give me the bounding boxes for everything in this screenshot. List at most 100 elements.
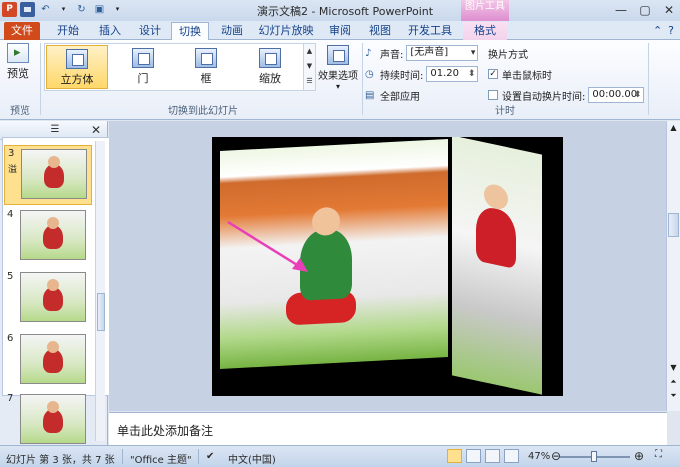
maximize-button[interactable]: ▢ (638, 3, 652, 17)
notes-pane[interactable]: 单击此处添加备注 (109, 412, 667, 445)
slide-editing-area: ▲ ▼ ⏶ ⏷ (109, 121, 680, 411)
transition-label: 框 (200, 72, 212, 85)
theme-name[interactable]: "Office 主题" (130, 451, 192, 466)
tab-insert[interactable]: 插入 (92, 22, 128, 40)
pink-arrow-icon (227, 220, 308, 272)
window-controls: — ▢ ✕ (614, 3, 676, 17)
zoom-slider-thumb[interactable] (591, 451, 597, 462)
scroll-up-icon[interactable]: ▲ (668, 123, 679, 132)
sound-label: 声音: (380, 49, 404, 61)
tab-view[interactable]: 视图 (362, 22, 398, 40)
apply-all-label: 全部应用 (380, 91, 420, 103)
effect-options-icon (327, 45, 349, 65)
minimize-button[interactable]: — (614, 3, 628, 17)
preview-icon (7, 43, 29, 63)
cube-side-photo[interactable] (452, 137, 542, 395)
zoom-in-icon[interactable]: ⊕ (634, 449, 644, 463)
gallery-scroller[interactable]: ▲ ▼ ☰ (303, 44, 315, 90)
window-title: 演示文稿2 - Microsoft PowerPoint (256, 5, 434, 18)
after-time-spinner[interactable]: 00:00.00 (588, 87, 645, 103)
tab-file[interactable]: 文件 (4, 22, 40, 40)
group-separator (40, 43, 41, 115)
slide-thumbnail[interactable]: 7 (4, 391, 92, 451)
slideshow-view-icon[interactable] (504, 449, 519, 463)
doors-transition-icon (132, 48, 154, 68)
tab-review[interactable]: 审阅 (322, 22, 358, 40)
fit-to-window-icon[interactable]: ⛶ (655, 449, 662, 460)
zoom-level[interactable]: 47% (528, 451, 550, 462)
normal-view-icon[interactable] (447, 449, 462, 463)
status-divider (122, 449, 123, 464)
advance-slide: 换片方式 ✓ 单击鼠标时 设置自动换片时间: 00:00.00 (488, 44, 648, 107)
help-icon[interactable]: ? (668, 24, 674, 37)
duration-label: 持续时间: (380, 70, 424, 82)
title-bar: P ↶ ▾ ↻ ▣ ▾ 演示文稿2 - Microsoft PowerPoint… (0, 0, 680, 21)
slide-thumbnail-image (21, 149, 87, 199)
close-button[interactable]: ✕ (662, 3, 676, 17)
spell-check-icon[interactable]: ✔ (206, 451, 214, 462)
group-label-transitions: 切换到此幻灯片 (168, 106, 238, 117)
slide-sorter-view-icon[interactable] (466, 449, 481, 463)
status-divider (198, 449, 199, 464)
tab-slide-show[interactable]: 幻灯片放映 (256, 22, 316, 40)
transition-cube[interactable]: 立方体 (46, 45, 108, 89)
close-pane-icon[interactable]: ✕ (89, 123, 103, 137)
on-click-checkbox[interactable]: ✓ (488, 69, 498, 79)
scroll-down-icon[interactable]: ▼ (668, 363, 679, 372)
tab-format[interactable]: 格式 (463, 22, 507, 40)
notes-placeholder: 单击此处添加备注 (117, 424, 214, 438)
transition-label: 立方体 (60, 73, 94, 86)
status-bar: 幻灯片 第 3 张，共 7 张 "Office 主题" ✔ 中文(中国) 47%… (0, 445, 680, 467)
tab-animations[interactable]: 动画 (214, 22, 250, 40)
scrollbar-thumb[interactable] (668, 213, 679, 237)
slide-thumbnail[interactable]: 6 (4, 331, 92, 391)
clock-icon: ◷ (365, 68, 374, 80)
on-click-label: 单击鼠标时 (502, 70, 552, 82)
preview-label: 预览 (7, 67, 29, 80)
tab-design[interactable]: 设计 (132, 22, 168, 40)
group-separator (648, 43, 649, 115)
tab-home[interactable]: 开始 (50, 22, 86, 40)
slides-pane: ▭ ☰ ✕ 3 溢 4 5 6 7 (0, 121, 353, 445)
previous-slide-icon[interactable]: ⏶ (668, 377, 679, 387)
slide-thumbnail[interactable]: 5 (4, 269, 92, 329)
ribbon: 预览 预览 立方体 门 框 缩放 ▲▼☰ 效果选项 ▾ 切换到此幻灯片 ♪ 声音… (0, 40, 680, 120)
tab-transitions[interactable]: 切换 (171, 22, 209, 40)
group-separator (362, 43, 363, 115)
child-head (484, 182, 508, 212)
slide-thumbnail-image (20, 272, 86, 322)
transition-zoom[interactable]: 缩放 (239, 45, 301, 89)
next-slide-icon[interactable]: ⏷ (668, 391, 679, 401)
transition-label: 缩放 (259, 72, 281, 85)
slide-thumbnail-image (20, 210, 86, 260)
slide-number: 6 (7, 333, 14, 344)
picture-tools-header: 图片工具 (461, 0, 509, 21)
child-figure (476, 204, 516, 270)
slide-scrollbar[interactable]: ▲ ▼ ⏶ ⏷ (666, 121, 680, 411)
collapse-ribbon-icon[interactable]: ⌃ (653, 24, 662, 37)
slide-thumbnail[interactable]: 3 溢 (4, 145, 92, 205)
effect-options-label: 效果选项 (318, 71, 358, 82)
slide-number: 3 (8, 148, 15, 159)
sound-select[interactable]: [无声音] (406, 45, 479, 61)
tab-developer[interactable]: 开发工具 (405, 22, 455, 40)
effect-options-button[interactable]: 效果选项 ▾ (318, 43, 358, 103)
transition-box[interactable]: 框 (175, 45, 237, 89)
after-time-label: 设置自动换片时间: (502, 91, 586, 103)
scrollbar-thumb[interactable] (97, 293, 105, 331)
ribbon-tabs: 文件 开始 插入 设计 切换 动画 幻灯片放映 审阅 视图 开发工具 格式 ⌃ … (0, 21, 680, 40)
preview-button[interactable]: 预览 (3, 43, 33, 91)
group-label-preview: 预览 (10, 106, 30, 117)
transition-marker: 溢 (8, 165, 18, 175)
reading-view-icon[interactable] (485, 449, 500, 463)
group-label-timing: 计时 (495, 106, 515, 117)
transition-doors[interactable]: 门 (112, 45, 174, 89)
slide-counter: 幻灯片 第 3 张，共 7 张 (6, 455, 115, 466)
slides-pane-scrollbar[interactable] (95, 141, 105, 441)
after-time-checkbox[interactable] (488, 90, 498, 100)
cube-transition-icon (66, 49, 88, 69)
outline-tab-icon[interactable]: ☰ (48, 123, 62, 137)
slide-thumbnail[interactable]: 4 (4, 207, 92, 267)
duration-spinner[interactable]: 01.20 (426, 66, 479, 82)
language-indicator[interactable]: 中文(中国) (228, 451, 276, 466)
